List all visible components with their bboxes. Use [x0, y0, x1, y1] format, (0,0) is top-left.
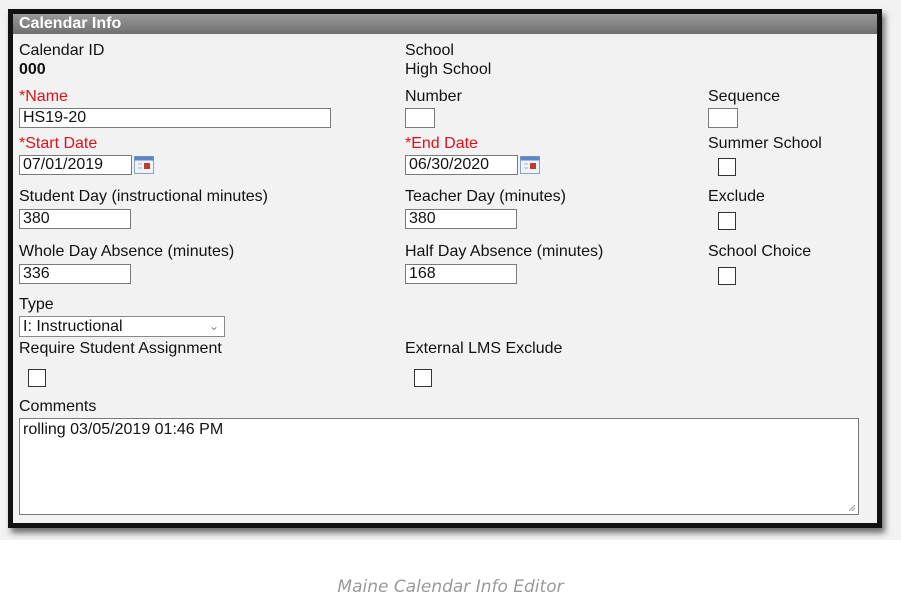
teacher-day-input[interactable]	[405, 209, 517, 229]
name-label: *Name	[19, 88, 68, 106]
chevron-down-icon: ⌄	[208, 319, 219, 333]
end-date-label: *End Date	[405, 135, 478, 153]
end-date-input[interactable]	[405, 155, 518, 175]
type-select[interactable]: I: Instructional ⌄	[19, 316, 225, 337]
start-date-label-text: Start Date	[25, 135, 98, 152]
calendar-icon[interactable]	[520, 156, 540, 174]
summer-school-label: Summer School	[708, 135, 822, 152]
calendar-icon[interactable]	[134, 156, 154, 174]
school-value: High School	[405, 61, 492, 78]
school-choice-label: School Choice	[708, 243, 812, 260]
half-day-absence-input[interactable]	[405, 264, 517, 284]
calendar-id-value: 000	[19, 61, 46, 78]
start-date-input[interactable]	[19, 155, 132, 175]
end-date-label-text: End Date	[411, 135, 478, 152]
external-lms-exclude-checkbox[interactable]	[414, 369, 432, 387]
half-day-absence-label: Half Day Absence (minutes)	[405, 243, 604, 260]
resize-grip-icon[interactable]	[848, 504, 856, 512]
student-day-input[interactable]	[19, 209, 131, 229]
school-choice-checkbox[interactable]	[718, 267, 736, 285]
comments-textarea[interactable]: rolling 03/05/2019 01:46 PM	[19, 418, 859, 515]
school-label: School	[405, 42, 454, 59]
exclude-label: Exclude	[708, 188, 765, 205]
require-student-assignment-label: Require Student Assignment	[19, 340, 222, 357]
calendar-info-panel: Calendar Info Calendar ID 000 School Hig…	[8, 9, 882, 528]
teacher-day-label: Teacher Day (minutes)	[405, 188, 566, 205]
whole-day-absence-label: Whole Day Absence (minutes)	[19, 243, 235, 260]
comments-label: Comments	[19, 398, 97, 415]
sequence-label: Sequence	[708, 88, 781, 105]
whole-day-absence-input[interactable]	[19, 264, 131, 284]
external-lms-exclude-label: External LMS Exclude	[405, 340, 563, 357]
calendar-id-label: Calendar ID	[19, 42, 105, 59]
number-label: Number	[405, 88, 462, 105]
name-label-text: Name	[25, 88, 68, 105]
require-student-assignment-checkbox[interactable]	[28, 369, 46, 387]
number-input[interactable]	[405, 108, 435, 128]
figure-caption: Maine Calendar Info Editor	[337, 577, 564, 597]
sequence-input[interactable]	[708, 108, 738, 128]
start-date-label: *Start Date	[19, 135, 97, 153]
student-day-label: Student Day (instructional minutes)	[19, 188, 268, 205]
comments-wrapper: rolling 03/05/2019 01:46 PM	[19, 418, 859, 515]
type-label: Type	[19, 296, 54, 313]
name-input[interactable]	[19, 108, 331, 128]
panel-header: Calendar Info	[13, 14, 877, 34]
exclude-checkbox[interactable]	[718, 212, 736, 230]
summer-school-checkbox[interactable]	[718, 158, 736, 176]
type-selected-value: I: Instructional	[23, 318, 123, 335]
